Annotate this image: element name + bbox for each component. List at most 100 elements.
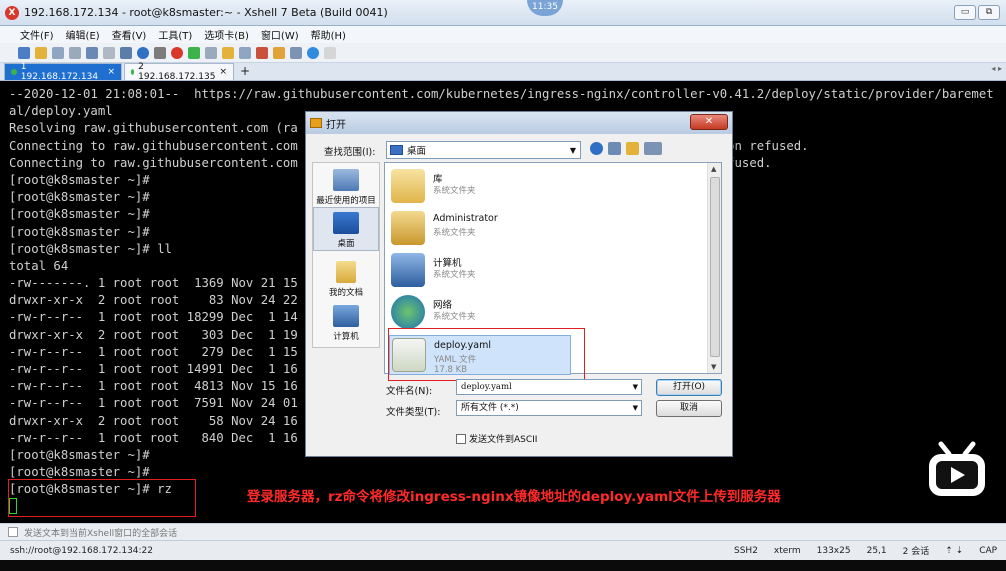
properties-icon[interactable] [86,46,98,59]
script-icon[interactable] [256,46,268,59]
look-in-label: 查找范围(I): [324,147,376,158]
ascii-label: 发送文件到ASCII [469,435,538,445]
fullscreen-icon[interactable] [205,46,217,59]
menu-edit[interactable]: 编辑(E) [66,27,100,42]
color-scheme-icon[interactable] [137,46,149,59]
keyboard-icon[interactable] [239,46,251,59]
file-type-label: 文件类型(T): [386,407,441,418]
dialog-close-button[interactable]: ✕ [690,114,728,130]
recent-items-icon [333,169,359,191]
help-icon[interactable] [307,46,319,59]
user-folder-icon [391,211,425,245]
terminal-size: 133x25 [816,545,851,556]
connected-dot-icon [131,69,135,75]
bilibili-logo-icon [929,441,985,496]
open-button[interactable]: 打开(O) [656,379,722,396]
file-name-label: 文件名(N): [386,386,433,397]
list-item[interactable]: 网络 系统文件夹 [389,293,689,333]
desktop-icon [390,145,403,155]
unlink-icon[interactable] [69,46,81,59]
bottom-strip [0,560,1006,571]
new-folder-icon[interactable] [626,142,639,155]
copy-icon[interactable] [120,46,132,59]
look-in-select[interactable]: 桌面 ▼ [386,141,581,159]
tab-close-icon[interactable]: × [107,67,115,77]
computer-icon [333,305,359,327]
session-count: 2 会话 [902,547,930,557]
ascii-checkbox[interactable] [456,433,466,444]
add-tab-button[interactable]: + [236,63,254,80]
lock-icon[interactable] [222,46,234,59]
file-name: Administrator [433,213,498,224]
place-desktop[interactable]: 桌面 [313,207,379,251]
back-icon[interactable] [590,142,603,155]
xshell-icon[interactable] [171,46,183,59]
list-item[interactable]: Administrator 系统文件夹 [389,209,689,249]
send-bar[interactable]: 发送文本到当前Xshell窗口的全部会话 [0,523,1006,540]
menu-view[interactable]: 查看(V) [112,27,147,42]
tab-session-1[interactable]: 1 192.168.172.134 × [4,62,122,82]
file-type-select[interactable]: 所有文件 (*.*) ▼ [456,400,642,416]
tab-session-2[interactable]: 2 192.168.172.135 × [124,62,234,82]
title-bar: X 192.168.172.134 - root@k8smaster:~ - X… [0,0,1006,26]
font-icon[interactable] [154,46,166,59]
send-text-icon [8,527,18,537]
maximize-button[interactable]: ⧉ [978,5,1000,20]
library-icon [391,169,425,203]
cursor-position: 25,1 [866,545,887,556]
computer-icon [391,253,425,287]
scroll-thumb[interactable] [710,177,720,357]
chat-icon[interactable] [324,46,336,59]
place-computer[interactable]: 计算机 [313,305,379,342]
scroll-down-icon[interactable]: ▼ [711,363,716,371]
open-folder-icon[interactable] [35,46,47,59]
connection-string: ssh://root@192.168.172.134:22 [10,545,154,556]
list-item[interactable]: 计算机 系统文件夹 [389,251,689,291]
look-in-value: 桌面 [407,146,427,157]
menu-window[interactable]: 窗口(W) [261,27,299,42]
network-icon [391,295,425,329]
file-type: 系统文件夹 [433,270,476,280]
menu-tools[interactable]: 工具(T) [158,27,192,42]
place-label: 计算机 [333,332,359,342]
restore-button[interactable]: ▭ [954,5,976,20]
desktop-icon [333,212,359,234]
window-title: 192.168.172.134 - root@k8smaster:~ - Xsh… [24,6,388,19]
xshell-window: X 192.168.172.134 - root@k8smaster:~ - X… [0,0,1006,571]
file-name: 库 [433,174,443,185]
xftp-icon[interactable] [188,46,200,59]
menu-file[interactable]: 文件(F) [20,27,54,42]
menu-tabs[interactable]: 选项卡(B) [204,27,249,42]
ascii-checkbox-row[interactable]: 发送文件到ASCII [456,432,537,445]
file-type: 系统文件夹 [433,228,476,238]
layout-icon[interactable] [290,46,302,59]
list-item[interactable]: 库 系统文件夹 [389,167,689,207]
search-icon[interactable] [103,46,115,59]
place-documents[interactable]: 我的文档 [313,261,379,298]
selected-file-highlight-box [388,328,585,381]
place-label: 最近使用的项目 [316,196,376,206]
file-type: 系统文件夹 [433,186,476,196]
place-recent[interactable]: 最近使用的项目 [313,169,379,206]
up-arrow-icon: ⇡ ⇣ [945,545,964,556]
menu-help[interactable]: 帮助(H) [311,27,346,42]
file-list-scrollbar[interactable]: ▲ ▼ [707,163,721,373]
nav-icons [590,142,662,155]
tab-close-icon[interactable]: × [219,67,227,77]
scroll-up-icon[interactable]: ▲ [711,165,716,173]
open-file-dialog: 打开 ✕ 查找范围(I): 桌面 ▼ 最近使用的项目 桌面 我的文档 计算机 库… [305,111,733,457]
new-session-icon[interactable] [18,46,30,59]
link-icon[interactable] [52,46,64,59]
chevron-down-icon[interactable]: ▼ [633,380,638,394]
transfer-icon[interactable] [273,46,285,59]
place-label: 我的文档 [328,288,363,298]
tab-scroll-icon[interactable]: ◂ ▸ [991,64,1002,73]
status-right: SSH2 xterm 133x25 25,1 2 会话 ⇡ ⇣ CAP [734,544,997,558]
view-menu-icon[interactable] [644,142,662,155]
up-folder-icon[interactable] [608,142,621,155]
places-bar: 最近使用的项目 桌面 我的文档 计算机 [312,162,380,348]
connected-dot-icon [11,69,17,75]
file-name-input[interactable]: deploy.yaml ▼ [456,379,642,395]
cancel-button[interactable]: 取消 [656,400,722,417]
file-name-value: deploy.yaml [461,382,512,392]
